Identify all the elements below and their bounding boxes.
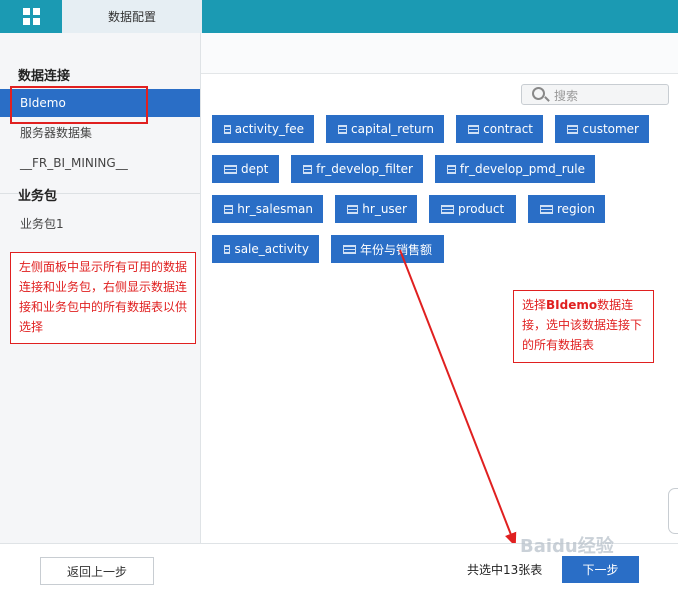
back-button[interactable]: 返回上一步 [40,557,154,585]
annotation-arrow [399,249,517,547]
next-button[interactable]: 下一步 [562,556,639,583]
selection-count: 共选中13张表 [467,563,543,577]
side-drawer-handle[interactable] [668,488,678,534]
watermark: Baidu经验 [520,536,614,557]
